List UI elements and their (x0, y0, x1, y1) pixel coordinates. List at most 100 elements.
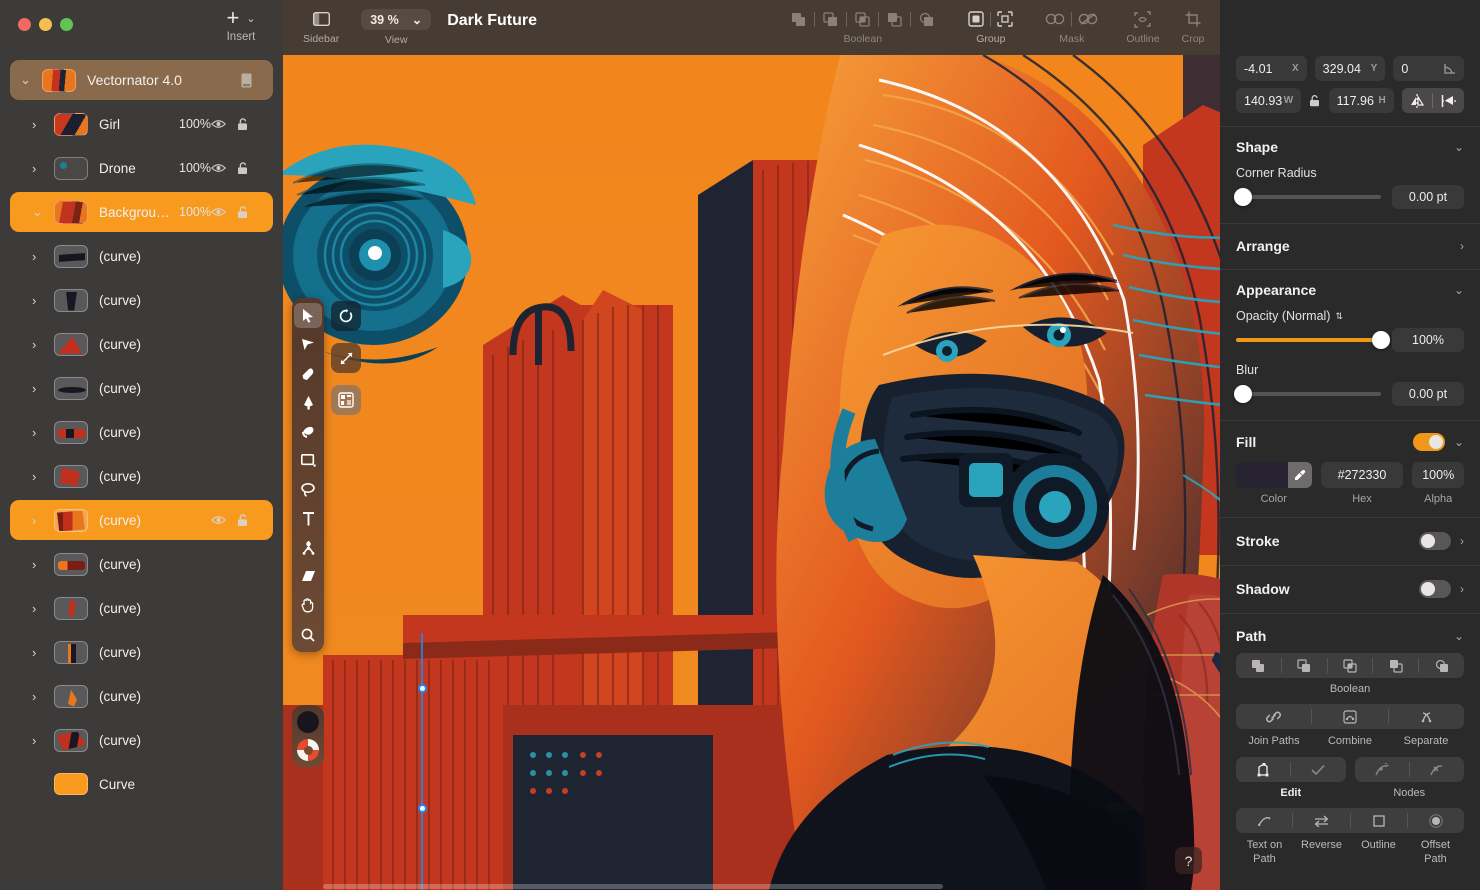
disclosure-icon[interactable]: › (32, 293, 54, 308)
chevron-down-icon[interactable]: ⌄ (412, 12, 422, 27)
lock-icon[interactable] (237, 205, 263, 219)
y-value[interactable]: 329.04 (1323, 62, 1361, 76)
path-boolean-divide-icon[interactable] (1419, 653, 1464, 678)
hand-tool[interactable] (294, 593, 322, 618)
layer-row[interactable]: › (curve) (10, 412, 273, 452)
fill-hex-input[interactable]: #272330 (1320, 462, 1404, 488)
pencil-tool[interactable] (294, 390, 322, 415)
canvas-area[interactable]: 4.0 (283, 0, 1220, 890)
layer-opacity[interactable]: 100% (171, 205, 211, 219)
scissors-tool[interactable] (294, 535, 322, 560)
pen-tool[interactable] (294, 361, 322, 386)
help-button[interactable]: ? (1175, 847, 1202, 874)
layer-row[interactable]: › (curve) (10, 720, 273, 760)
remove-node-icon[interactable] (1410, 757, 1464, 782)
boolean-subtract-icon[interactable] (815, 11, 846, 27)
disclosure-icon[interactable]: › (32, 425, 54, 440)
node-tool[interactable] (294, 332, 322, 357)
boolean-group[interactable]: Boolean (783, 0, 942, 45)
path-edit-bar[interactable] (1236, 757, 1346, 782)
fill-color-swatch[interactable] (297, 711, 319, 733)
chevron-down-icon[interactable]: ⌄ (1454, 283, 1464, 297)
path-nodes-bar[interactable] (1354, 757, 1464, 782)
brush-tool[interactable] (294, 419, 322, 444)
group-icon[interactable] (962, 11, 990, 27)
lock-icon[interactable] (237, 161, 263, 175)
unmask-icon[interactable] (1072, 13, 1104, 25)
visibility-icon[interactable] (211, 163, 237, 173)
combine-icon[interactable] (1312, 704, 1387, 729)
text-tool[interactable] (294, 506, 322, 531)
disclosure-icon[interactable]: › (32, 249, 54, 264)
fill-toggle[interactable] (1412, 433, 1445, 451)
visibility-icon[interactable] (211, 119, 237, 129)
shape-tool[interactable] (294, 448, 322, 473)
chevron-down-icon[interactable]: ⌄ (246, 12, 255, 25)
disclosure-icon[interactable]: › (32, 557, 54, 572)
color-swatches[interactable] (292, 705, 324, 767)
x-value[interactable]: -4.01 (1244, 62, 1273, 76)
close-button[interactable] (18, 18, 31, 31)
arrange-section[interactable]: Arrange › (1220, 224, 1480, 270)
disclosure-icon[interactable]: › (32, 381, 54, 396)
disclosure-icon[interactable]: › (32, 513, 54, 528)
y-field[interactable]: 329.04 Y (1314, 56, 1386, 81)
path-ops-bar[interactable] (1236, 808, 1464, 833)
disclosure-icon[interactable]: › (32, 469, 54, 484)
zoom-button[interactable] (60, 18, 73, 31)
color-wheel-swatch[interactable] (297, 739, 319, 761)
rotation-value[interactable]: 0 (1401, 62, 1408, 76)
chevron-down-icon[interactable]: ⌄ (1454, 140, 1464, 154)
layer-row[interactable]: Curve (10, 764, 273, 804)
flip-horizontal-icon[interactable] (1433, 93, 1464, 109)
top-toolbar[interactable]: Sidebar 39 % ⌄ View Dark Future Boolean … (283, 0, 1220, 55)
outline-button[interactable]: Outline (1126, 0, 1160, 45)
ungroup-icon[interactable] (991, 11, 1019, 27)
mask-control[interactable]: Mask (1039, 0, 1104, 45)
lasso-tool[interactable] (294, 477, 322, 502)
visibility-icon[interactable] (211, 207, 237, 217)
boolean-divide-icon[interactable] (911, 12, 942, 27)
chevron-right-icon[interactable]: › (1460, 534, 1464, 548)
opacity-label-row[interactable]: Opacity (Normal) ⇅ (1236, 309, 1464, 323)
select-tool[interactable] (294, 303, 322, 328)
path-join-bar[interactable] (1236, 704, 1464, 729)
layer-row[interactable]: › (curve) (10, 676, 273, 716)
lock-icon[interactable] (237, 117, 263, 131)
chevron-right-icon[interactable]: › (1460, 239, 1464, 253)
width-value[interactable]: 140.93 (1244, 94, 1282, 108)
rotate-tool-button[interactable] (331, 301, 361, 331)
disclosure-icon[interactable]: › (32, 337, 54, 352)
tool-palette[interactable] (292, 298, 324, 652)
crop-button[interactable]: Crop (1182, 0, 1204, 45)
blend-mode-stepper-icon[interactable]: ⇅ (1335, 311, 1343, 321)
boolean-unite-icon[interactable] (783, 12, 814, 27)
disclosure-icon[interactable]: › (32, 645, 54, 660)
boolean-exclude-icon[interactable] (879, 12, 910, 27)
disclosure-icon[interactable]: › (32, 161, 54, 176)
edit-path-icon[interactable] (1236, 757, 1290, 782)
layer-opacity[interactable]: 100% (171, 161, 211, 175)
chevron-down-icon[interactable]: ⌄ (1454, 629, 1464, 643)
layer-row[interactable]: › (curve) (10, 236, 273, 276)
fill-alpha-input[interactable]: 100% (1412, 462, 1464, 488)
join-paths-icon[interactable] (1236, 704, 1311, 729)
x-field[interactable]: -4.01 X (1236, 56, 1307, 81)
rotation-field[interactable]: 0 (1393, 56, 1465, 81)
layer-row[interactable]: › (curve) (10, 324, 273, 364)
eraser-tool[interactable] (294, 564, 322, 589)
layer-row[interactable]: › (curve) (10, 280, 273, 320)
stroke-section[interactable]: Stroke › (1220, 518, 1480, 566)
boolean-intersect-icon[interactable] (847, 11, 878, 27)
sidebar-toggle-button[interactable]: Sidebar (303, 0, 339, 45)
layer-row[interactable]: › (curve) (10, 368, 273, 408)
add-node-icon[interactable] (1355, 757, 1409, 782)
horizontal-scrollbar[interactable] (283, 883, 1220, 890)
path-boolean-bar[interactable] (1236, 653, 1464, 678)
selection-node-bottom[interactable] (418, 804, 427, 813)
opacity-slider[interactable]: 100% (1236, 328, 1464, 352)
grid-tool-button[interactable] (331, 385, 361, 415)
group-control[interactable]: Group (962, 0, 1019, 45)
visibility-icon[interactable] (211, 515, 237, 525)
path-boolean-exclude-icon[interactable] (1373, 653, 1418, 678)
